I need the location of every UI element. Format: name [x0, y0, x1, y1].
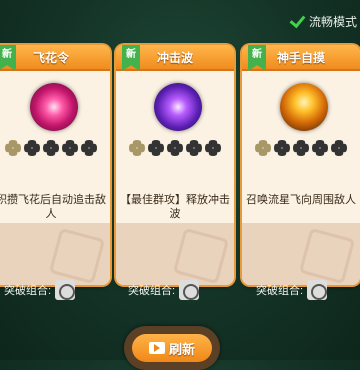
combo-row-2: 突破组合: — [128, 280, 200, 300]
skill-card-3[interactable]: 神手自摸 新 召唤流星飞向周围敌人 — [242, 45, 360, 285]
fast-mode-toggle[interactable]: 流畅模式 — [290, 12, 357, 30]
refresh-button[interactable]: 刷新 — [132, 334, 212, 362]
dice-icon — [172, 227, 230, 285]
combo-label: 突破组合: — [256, 285, 304, 297]
level-indicator — [126, 140, 224, 156]
skill-description: 召唤流星飞向周围敌人 — [246, 194, 356, 206]
skill-description: 积攒飞花后自动追击敌人 — [0, 194, 106, 220]
level-clover-icon — [331, 140, 347, 156]
combo-skill-icon[interactable] — [55, 280, 76, 300]
dice-icon — [48, 227, 106, 285]
refresh-button-frame: 刷新 — [124, 326, 220, 370]
card-footer-area — [0, 223, 110, 285]
top-bar: 流畅模式 — [0, 0, 360, 40]
refresh-label: 刷新 — [168, 341, 195, 357]
checkmark-icon — [290, 13, 306, 29]
level-clover-icon — [293, 140, 309, 156]
skill-card-2[interactable]: 冲击波 新 【最佳群攻】释放冲击波 — [116, 45, 234, 285]
golden-hand-orb-icon — [280, 83, 328, 131]
level-clover-icon — [255, 140, 271, 156]
combo-row-3: 突破组合: — [256, 280, 328, 300]
combo-skill-icon[interactable] — [179, 280, 200, 300]
level-clover-icon — [167, 140, 183, 156]
level-clover-icon — [24, 140, 40, 156]
skill-name: 飞花令 — [32, 51, 69, 65]
fast-mode-label: 流畅模式 — [309, 14, 358, 29]
dice-icon — [298, 227, 356, 285]
level-clover-icon — [274, 140, 290, 156]
level-clover-icon — [62, 140, 78, 156]
card-footer-area — [242, 223, 360, 285]
skill-description: 【最佳群攻】释放冲击波 — [120, 194, 230, 220]
combo-label: 突破组合: — [4, 285, 52, 297]
purple-shockwave-orb-icon — [154, 83, 202, 131]
level-clover-icon — [81, 140, 97, 156]
level-clover-icon — [186, 140, 202, 156]
combo-skill-icon[interactable] — [307, 280, 328, 300]
level-clover-icon — [5, 140, 21, 156]
level-indicator — [252, 140, 350, 156]
card-header: 飞花令 — [0, 45, 110, 71]
level-clover-icon — [312, 140, 328, 156]
level-indicator — [2, 140, 100, 156]
combo-label: 突破组合: — [128, 285, 176, 297]
level-clover-icon — [205, 140, 221, 156]
level-clover-icon — [148, 140, 164, 156]
card-footer-area — [116, 223, 234, 285]
level-clover-icon — [43, 140, 59, 156]
level-clover-icon — [129, 140, 145, 156]
skill-card-1[interactable]: 飞花令 新 积攒飞花后自动追击敌人 — [0, 45, 110, 285]
combo-row-1: 突破组合: — [4, 280, 76, 300]
video-icon — [148, 342, 165, 354]
pink-energy-orb-icon — [30, 83, 78, 131]
